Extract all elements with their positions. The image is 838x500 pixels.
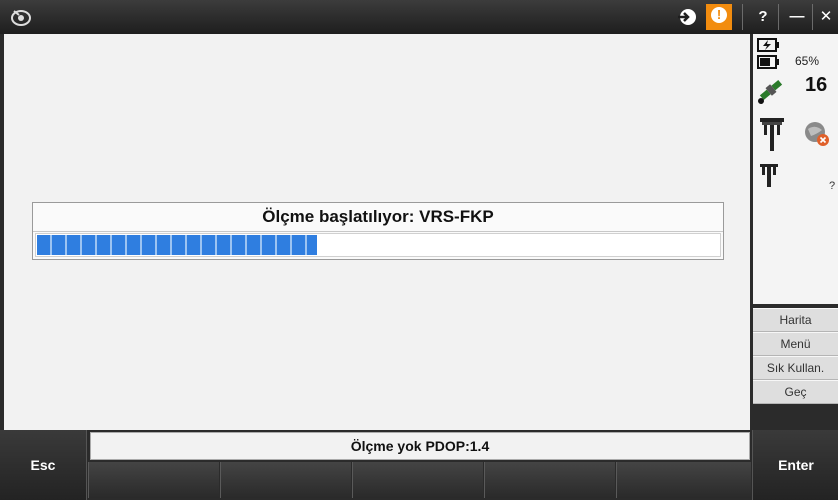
progress-dialog: Ölçme başlatılıyor: VRS-FKP bbox=[32, 202, 724, 260]
progress-bar-fill bbox=[37, 235, 317, 255]
soft-key[interactable] bbox=[88, 462, 219, 498]
status-line: Ölçme yok PDOP:1.4 bbox=[90, 432, 750, 460]
warning-icon[interactable]: ! bbox=[706, 4, 732, 30]
enter-button[interactable]: Enter bbox=[752, 430, 838, 500]
title-separator bbox=[812, 4, 813, 30]
app-logo-icon[interactable] bbox=[10, 7, 32, 27]
status-panel: 65% 16 ? bbox=[753, 34, 838, 304]
title-separator bbox=[778, 4, 779, 30]
side-button-menu[interactable]: Menü bbox=[753, 332, 838, 356]
globe-icon[interactable] bbox=[803, 120, 831, 153]
side-button-map[interactable]: Harita bbox=[753, 308, 838, 332]
progress-message: Ölçme başlatılıyor: VRS-FKP bbox=[33, 203, 723, 232]
radio-status-text: ? bbox=[829, 180, 836, 192]
soft-key[interactable] bbox=[220, 462, 351, 498]
side-button-switch[interactable]: Geç bbox=[753, 380, 838, 404]
battery-percent: 65% bbox=[795, 54, 820, 68]
satellite-count: 16 bbox=[805, 74, 828, 96]
title-bar: ! ? — ✕ bbox=[0, 0, 838, 34]
soft-key[interactable] bbox=[484, 462, 615, 498]
help-button[interactable]: ? bbox=[752, 4, 774, 30]
esc-button[interactable]: Esc bbox=[0, 430, 87, 500]
main-panel: Ölçme başlatılıyor: VRS-FKP bbox=[4, 34, 750, 430]
close-button[interactable]: ✕ bbox=[815, 4, 837, 30]
progress-bar bbox=[35, 233, 721, 257]
login-icon[interactable] bbox=[675, 6, 697, 28]
battery-icon[interactable] bbox=[757, 55, 779, 74]
soft-key[interactable] bbox=[352, 462, 483, 498]
gnss-antenna-icon[interactable] bbox=[759, 116, 785, 157]
title-separator bbox=[742, 4, 743, 30]
soft-key[interactable] bbox=[616, 462, 751, 498]
satellite-icon[interactable] bbox=[755, 74, 787, 111]
side-button-favorites[interactable]: Sık Kullan. bbox=[753, 356, 838, 380]
bottom-bar: Esc Ölçme yok PDOP:1.4 Enter bbox=[0, 430, 838, 500]
warning-symbol: ! bbox=[711, 7, 727, 23]
minimize-button[interactable]: — bbox=[784, 4, 810, 30]
radio-antenna-icon[interactable] bbox=[759, 162, 779, 193]
